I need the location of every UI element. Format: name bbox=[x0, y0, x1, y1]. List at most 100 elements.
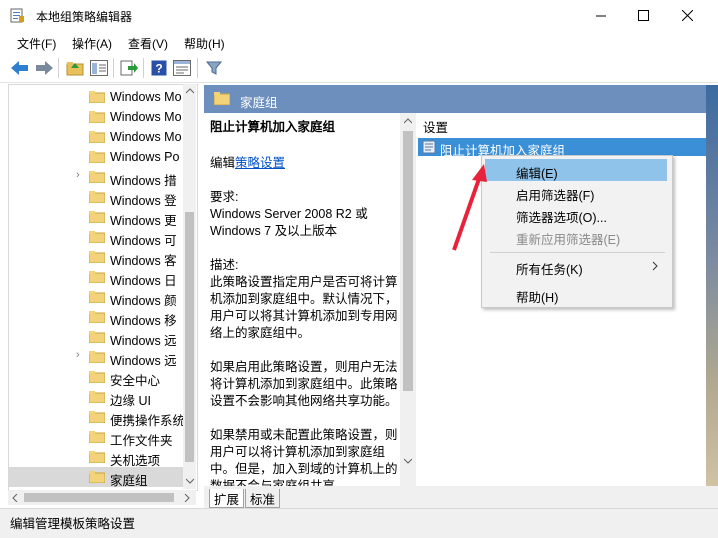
tree-item-label: 便携操作系统 bbox=[110, 414, 184, 427]
folder-icon bbox=[89, 431, 105, 443]
up-folder-button[interactable] bbox=[65, 58, 85, 78]
tree-vertical-scrollbar[interactable] bbox=[183, 84, 196, 489]
tree-item[interactable]: 关机选项 bbox=[9, 447, 184, 467]
scroll-up-icon[interactable] bbox=[186, 88, 194, 94]
scroll-right-icon[interactable] bbox=[184, 494, 190, 502]
tree-item-label: Windows Mo bbox=[110, 130, 182, 144]
tree-item-label: Windows 更 bbox=[110, 214, 177, 227]
requirements-line: Windows 7 及以上版本 bbox=[210, 224, 338, 238]
tree-item-label: Windows 登 bbox=[110, 194, 177, 207]
scroll-left-icon[interactable] bbox=[12, 494, 18, 502]
folder-icon bbox=[89, 231, 105, 243]
ctx-enable-filter[interactable]: 启用筛选器(F) bbox=[516, 185, 594, 204]
tree-item[interactable]: Windows 更 bbox=[9, 207, 184, 227]
tab-standard[interactable]: 标准 bbox=[245, 489, 281, 508]
scroll-down-icon[interactable] bbox=[404, 458, 412, 464]
ctx-help[interactable]: 帮助(H) bbox=[516, 287, 558, 306]
folder-icon bbox=[89, 251, 105, 263]
expand-chevron-icon[interactable]: › bbox=[76, 349, 80, 361]
tree-item[interactable]: 工作文件夹 bbox=[9, 427, 184, 447]
tree-item[interactable]: Windows 移 bbox=[9, 307, 184, 327]
status-text: 编辑管理模板策略设置 bbox=[10, 517, 136, 531]
description-panel: 阻止计算机加入家庭组 编辑策略设置 要求: Windows Server 200… bbox=[204, 113, 400, 486]
tree-hscroll-thumb[interactable] bbox=[24, 493, 174, 502]
export-icon bbox=[120, 60, 138, 76]
folder-icon bbox=[89, 411, 105, 423]
context-menu-separator bbox=[490, 252, 665, 253]
tree-item[interactable]: Windows 可 bbox=[9, 227, 184, 247]
menu-view[interactable]: 查看(V) bbox=[128, 35, 168, 52]
back-button[interactable] bbox=[10, 58, 30, 78]
tree-item[interactable]: Windows Mo bbox=[9, 127, 184, 147]
policy-setting-icon bbox=[422, 140, 436, 154]
description-line: 机添加到家庭组中。默认情况下， bbox=[210, 292, 398, 306]
tree-item[interactable]: Windows 客 bbox=[9, 247, 184, 267]
svg-text:?: ? bbox=[155, 62, 162, 76]
help-button[interactable]: ? bbox=[149, 58, 169, 78]
scroll-up-icon[interactable] bbox=[404, 118, 412, 124]
tree-item-label: Windows 客 bbox=[110, 254, 177, 267]
tree-item[interactable]: 安全中心 bbox=[9, 367, 184, 387]
ctx-filter-options[interactable]: 筛选器选项(O)... bbox=[516, 207, 607, 226]
show-hide-tree-button[interactable] bbox=[89, 58, 109, 78]
close-button[interactable] bbox=[664, 0, 710, 31]
context-menu-highlight bbox=[485, 159, 667, 181]
tab-extended[interactable]: 扩展 bbox=[209, 489, 245, 508]
filter-icon bbox=[206, 61, 222, 75]
tree-item-label: Windows 颜 bbox=[110, 294, 177, 307]
tree-item[interactable]: Windows 登 bbox=[9, 187, 184, 207]
tree-item[interactable]: 家庭组 bbox=[9, 467, 184, 487]
folder-icon bbox=[89, 151, 105, 163]
description-line: 用户可以将其计算机添加到专用网 bbox=[210, 309, 398, 323]
menu-action[interactable]: 操作(A) bbox=[72, 35, 112, 52]
ctx-all-tasks[interactable]: 所有任务(K) bbox=[516, 259, 583, 278]
menu-file[interactable]: 文件(F) bbox=[17, 35, 56, 52]
ctx-edit[interactable]: 编辑(E) bbox=[516, 163, 558, 182]
edit-policy-link[interactable]: 策略设置 bbox=[235, 156, 285, 170]
settings-column-header[interactable]: 设置 bbox=[423, 117, 448, 136]
description-line: 此策略设置指定用户是否可将计算 bbox=[210, 275, 398, 289]
help-icon: ? bbox=[151, 60, 167, 76]
folder-icon bbox=[214, 92, 230, 105]
toolbar-separator bbox=[58, 58, 59, 78]
tree-item-label: Windows Mo bbox=[110, 90, 182, 104]
description-scrollbar[interactable] bbox=[400, 113, 416, 486]
scroll-down-icon[interactable] bbox=[186, 478, 194, 484]
filter-button[interactable] bbox=[204, 58, 224, 78]
requirements-label: 要求: bbox=[210, 190, 239, 204]
folder-icon bbox=[89, 191, 105, 203]
forward-button[interactable] bbox=[34, 58, 54, 78]
submenu-arrow-icon bbox=[652, 261, 658, 271]
tree-item-label: Windows 远 bbox=[110, 334, 177, 347]
annotation-arrow-icon bbox=[452, 164, 487, 251]
folder-icon bbox=[89, 91, 105, 103]
folder-icon bbox=[89, 171, 105, 183]
expand-chevron-icon[interactable]: › bbox=[76, 169, 80, 181]
tree-item[interactable]: Windows Po bbox=[9, 147, 184, 167]
properties-button[interactable] bbox=[172, 58, 192, 78]
folder-icon bbox=[89, 311, 105, 323]
tree-scroll-thumb[interactable] bbox=[185, 212, 194, 462]
disabled-line: 中。但是，加入到域的计算机上的 bbox=[210, 462, 398, 476]
minimize-button[interactable] bbox=[578, 0, 624, 31]
tree-item[interactable]: Windows Mo bbox=[9, 87, 184, 107]
export-list-button[interactable] bbox=[119, 58, 139, 78]
disabled-line: 用户可以将计算机添加到家庭组 bbox=[210, 445, 386, 459]
tree-item-label: 家庭组 bbox=[110, 474, 148, 487]
tree-horizontal-scrollbar[interactable] bbox=[8, 490, 196, 505]
tree-item[interactable]: › Windows 远 bbox=[9, 347, 184, 367]
tree-item[interactable]: Windows 颜 bbox=[9, 287, 184, 307]
description-scroll-thumb[interactable] bbox=[403, 131, 413, 391]
tree-item[interactable]: Windows 日 bbox=[9, 267, 184, 287]
tree-item[interactable]: › Windows 措 bbox=[9, 167, 184, 187]
menu-help[interactable]: 帮助(H) bbox=[184, 35, 225, 52]
tree-item[interactable]: Windows Mo bbox=[9, 107, 184, 127]
tree-item[interactable]: Windows 远 bbox=[9, 327, 184, 347]
maximize-button[interactable] bbox=[620, 0, 666, 31]
close-icon bbox=[681, 10, 693, 21]
tree-item[interactable]: 边缘 UI bbox=[9, 387, 184, 407]
tree-item[interactable]: 便携操作系统 bbox=[9, 407, 184, 427]
policy-title: 阻止计算机加入家庭组 bbox=[210, 120, 336, 134]
disabled-line: 如果禁用或未配置此策略设置，则 bbox=[210, 428, 398, 442]
folder-icon bbox=[89, 271, 105, 283]
